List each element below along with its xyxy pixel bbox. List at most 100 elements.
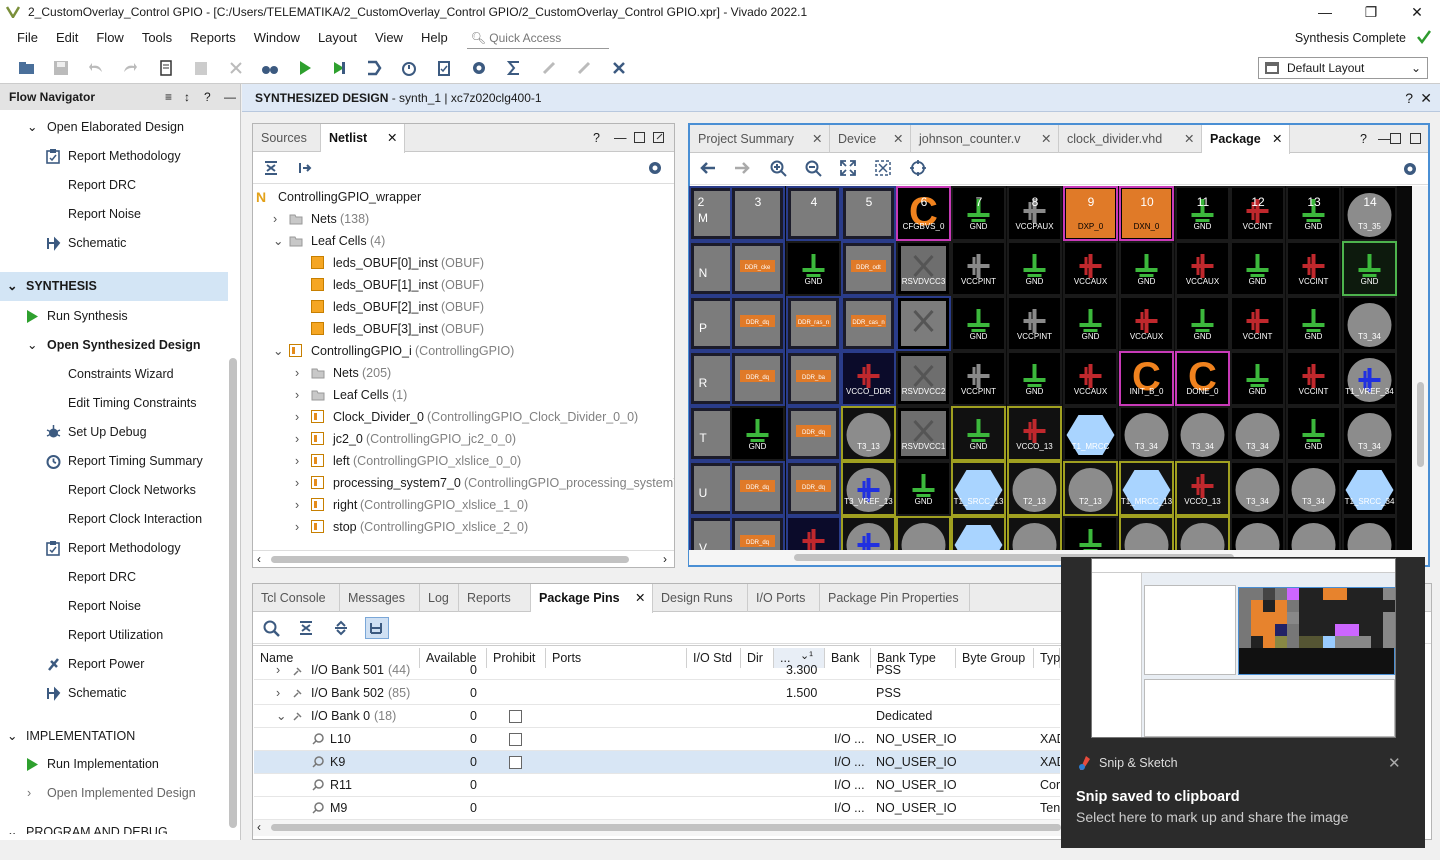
scroll-thumb[interactable] [271,556,629,563]
package-pin-cell[interactable] [896,296,951,351]
zoom-in-icon[interactable] [770,160,787,177]
flow-item-report-clock-networks[interactable]: Report Clock Networks [0,476,228,505]
flow-item-report-methodology[interactable]: Report Methodology [0,534,228,563]
netlist-row[interactable]: › Leaf Cells (1) [253,384,674,406]
float-icon[interactable] [653,132,664,143]
flow-item-open-synthesized-design[interactable]: ⌄ Open Synthesized Design [0,331,228,360]
flow-item-open-implemented-design[interactable]: › Open Implemented Design [0,779,228,808]
expand-icon[interactable]: ↕ [184,84,190,110]
tab-project-summary[interactable]: Project Summary ✕ [690,125,830,153]
zoom-fit-icon[interactable] [840,160,856,176]
flow-item-report-timing-summary[interactable]: Report Timing Summary [0,447,228,476]
netlist-row[interactable]: leds_OBUF[1]_inst (OBUF) [253,274,674,296]
report-icon[interactable] [433,58,455,78]
chevron-right-icon[interactable]: › [295,494,299,516]
chevron-right-icon[interactable]: › [276,682,280,705]
undo-icon[interactable] [85,58,107,78]
menu-edit[interactable]: Edit [47,24,87,52]
package-vscrollbar[interactable] [1412,186,1428,550]
auto-fit-icon[interactable] [910,160,926,176]
prohibit-checkbox[interactable] [509,733,522,746]
flow-item-report-utilization[interactable]: Report Utilization [0,621,228,650]
tab-i-o-ports[interactable]: I/O Ports [748,584,820,612]
chevron-right-icon[interactable]: › [295,362,299,384]
close-tab-icon[interactable]: ✕ [893,125,903,153]
flow-item-open-elaborated-design[interactable]: ⌄ Open Elaborated Design [0,113,228,142]
tab-tcl-console[interactable]: Tcl Console [253,584,340,612]
chevron-down-icon[interactable]: ⌄ [7,722,17,751]
section-implementation[interactable]: ⌄ IMPLEMENTATION [0,722,228,751]
netlist-row[interactable]: ⌄ Leaf Cells (4) [253,230,674,252]
menu-view[interactable]: View [366,24,412,52]
package-pin-cell[interactable] [1119,406,1174,461]
zoom-out-icon[interactable] [805,160,822,177]
flow-item-report-methodology[interactable]: Report Methodology [0,142,228,171]
table-row[interactable]: › I/O Bank 502 (85) 0 1.500 PSS [254,682,1060,705]
table-row[interactable]: M9 0 I/O ... NO_USER_IO Ten [254,797,1060,820]
table-row[interactable]: ⌄ I/O Bank 0 (18) 0 Dedicated [254,705,1060,728]
package-pin-cell[interactable] [951,461,1006,516]
package-pin-cell[interactable] [1063,461,1118,516]
tab-log[interactable]: Log [420,584,459,612]
settings-gear-icon[interactable] [468,58,490,78]
menu-file[interactable]: File [8,24,47,52]
pencil-icon[interactable] [573,58,595,78]
chevron-right-icon[interactable]: › [295,384,299,406]
menu-window[interactable]: Window [245,24,309,52]
table-row[interactable]: L10 0 I/O ... NO_USER_IO XAD [254,728,1060,751]
flow-item-schematic[interactable]: Schematic [0,229,228,258]
netlist-row[interactable]: › Nets (205) [253,362,674,384]
chevron-right-icon[interactable]: › [295,472,299,494]
flow-item-constraints-wizard[interactable]: Constraints Wizard [0,360,228,389]
close-tab-icon[interactable]: ✕ [387,124,397,152]
tab-netlist[interactable]: Netlist ✕ [321,124,405,153]
chevron-down-icon[interactable]: ⌄ [276,705,286,728]
chevron-right-icon[interactable]: › [295,516,299,538]
chevron-right-icon[interactable]: › [295,428,299,450]
auto-connect-icon[interactable] [538,58,560,78]
package-pin-cell[interactable] [1119,516,1174,550]
package-pin-cell[interactable] [951,516,1006,550]
chevron-down-icon[interactable]: ⌄ [7,818,17,834]
chevron-right-icon[interactable]: › [295,450,299,472]
save-icon[interactable] [50,58,72,78]
chevron-icon[interactable]: ⌄ [27,331,37,360]
netlist-row[interactable]: › Clock_Divider_0 (ControllingGPIO_Clock_D… [253,406,674,428]
binoculars-icon[interactable] [259,58,281,78]
close-tab-icon[interactable]: ✕ [812,125,822,153]
package-pin-cell[interactable] [896,406,951,461]
scroll-thumb[interactable] [1417,382,1424,467]
snip-thumbnail[interactable] [1091,558,1396,738]
tab-sources[interactable]: Sources [253,124,321,152]
scroll-thumb[interactable] [271,824,1061,831]
settings-gear-icon[interactable] [1402,161,1418,177]
tools-icon[interactable] [608,58,630,78]
tab-johnson-counter-v[interactable]: johnson_counter.v ✕ [911,125,1059,153]
package-pin-cell[interactable] [1230,516,1285,550]
close-icon[interactable]: ✕ [1420,84,1432,112]
collapse-all-icon[interactable]: ≡ [165,84,172,110]
package-pin-cell[interactable] [1119,461,1174,516]
maximize-icon[interactable] [1390,133,1401,144]
quick-access-search[interactable]: 🔍︎ Quick Access [466,27,609,49]
chevron-down-icon[interactable]: ⌄ [273,340,283,362]
menu-layout[interactable]: Layout [309,24,366,52]
flow-item-run-synthesis[interactable]: Run Synthesis [0,302,228,331]
collapse-all-icon[interactable] [263,160,279,176]
package-pin-cell[interactable] [1230,461,1285,516]
package-pin-cell[interactable] [1007,516,1062,550]
float-icon[interactable] [1410,133,1421,144]
layout-select[interactable]: Default Layout ⌄ [1258,57,1428,79]
help-icon[interactable]: ? [593,124,600,152]
table-row[interactable]: › I/O Bank 501 (44) 0 3.300 PSS [254,660,1060,680]
close-tab-icon[interactable]: ✕ [635,584,645,612]
menu-flow[interactable]: Flow [87,24,132,52]
scroll-left-icon[interactable]: ‹ [257,820,261,834]
package-pin-cell[interactable] [1342,296,1397,351]
close-tab-icon[interactable]: ✕ [1184,125,1194,153]
package-pin-cell[interactable] [1175,516,1230,550]
package-pin-cell[interactable] [1286,516,1341,550]
help-icon[interactable]: ? [204,84,211,110]
scroll-right-icon[interactable]: › [663,552,667,566]
close-tab-icon[interactable]: ✕ [1272,125,1282,153]
